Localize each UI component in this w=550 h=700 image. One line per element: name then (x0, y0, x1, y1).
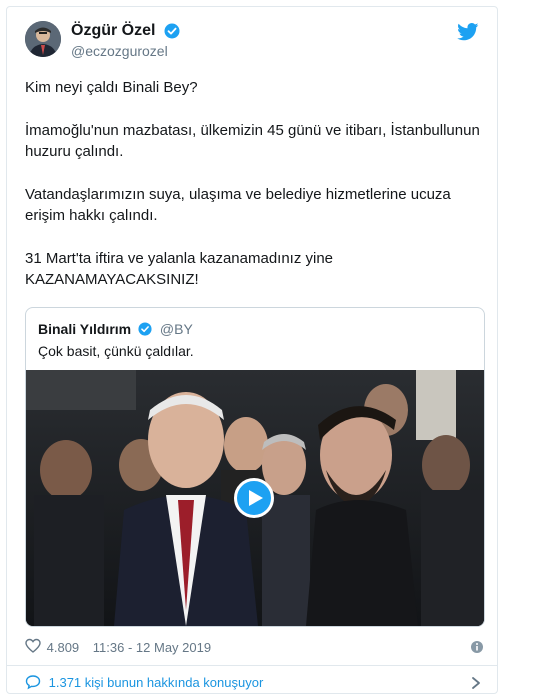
quoted-tweet-text: Çok basit, çünkü çaldılar. (38, 343, 194, 359)
conversation-label: 1.371 kişi bunun hakkında konuşuyor (48, 675, 264, 690)
chevron-right-icon (472, 677, 480, 689)
author-display-name[interactable]: Özgür Özel (71, 21, 155, 41)
tweet-header: Özgür Özel @eczozgurozel (25, 21, 483, 69)
like-count[interactable]: 4.809 (47, 638, 80, 658)
tweet-paragraph: 31 Mart'ta iftira ve yalanla kazanamadın… (25, 250, 334, 288)
tweet-card: Özgür Özel @eczozgurozel Kim neyi çaldı … (6, 6, 498, 694)
tweet-paragraph: Kim neyi çaldı Binali Bey? (25, 79, 198, 96)
author-handle[interactable]: @eczozgurozel (71, 41, 180, 61)
quoted-handle: @BY (159, 321, 193, 337)
speech-bubble-icon (25, 675, 41, 690)
verified-badge-icon (164, 23, 180, 39)
quoted-tweet[interactable]: Binali Yıldırım @BY Çok basit, çünkü çal… (25, 307, 485, 627)
tweet-paragraph: İmamoğlu'nun mazbatası, ülkemizin 45 gün… (25, 122, 480, 160)
conversation-link[interactable]: 1.371 kişi bunun hakkında konuşuyor (25, 673, 485, 693)
author-names: Özgür Özel @eczozgurozel (71, 21, 180, 61)
play-icon (249, 490, 263, 506)
tweet-footer: 4.809 11:36 - 12 May 2019 (25, 637, 485, 657)
twitter-bird-icon[interactable] (457, 23, 479, 41)
footer-divider (7, 665, 497, 666)
heart-icon[interactable] (25, 638, 41, 654)
quoted-display-name: Binali Yıldırım (38, 321, 132, 337)
tweet-paragraph: Vatandaşlarımızın suya, ulaşıma ve beled… (25, 186, 451, 224)
tweet-body: Kim neyi çaldı Binali Bey? İmamoğlu'nun … (25, 77, 485, 290)
play-button[interactable] (234, 478, 274, 518)
author-avatar[interactable] (25, 21, 61, 57)
verified-badge-icon (138, 322, 152, 336)
timestamp[interactable]: 11:36 - 12 May 2019 (93, 638, 211, 658)
info-icon[interactable] (469, 639, 485, 655)
quoted-tweet-header: Binali Yıldırım @BY (38, 320, 193, 338)
video-thumbnail[interactable] (26, 370, 484, 626)
